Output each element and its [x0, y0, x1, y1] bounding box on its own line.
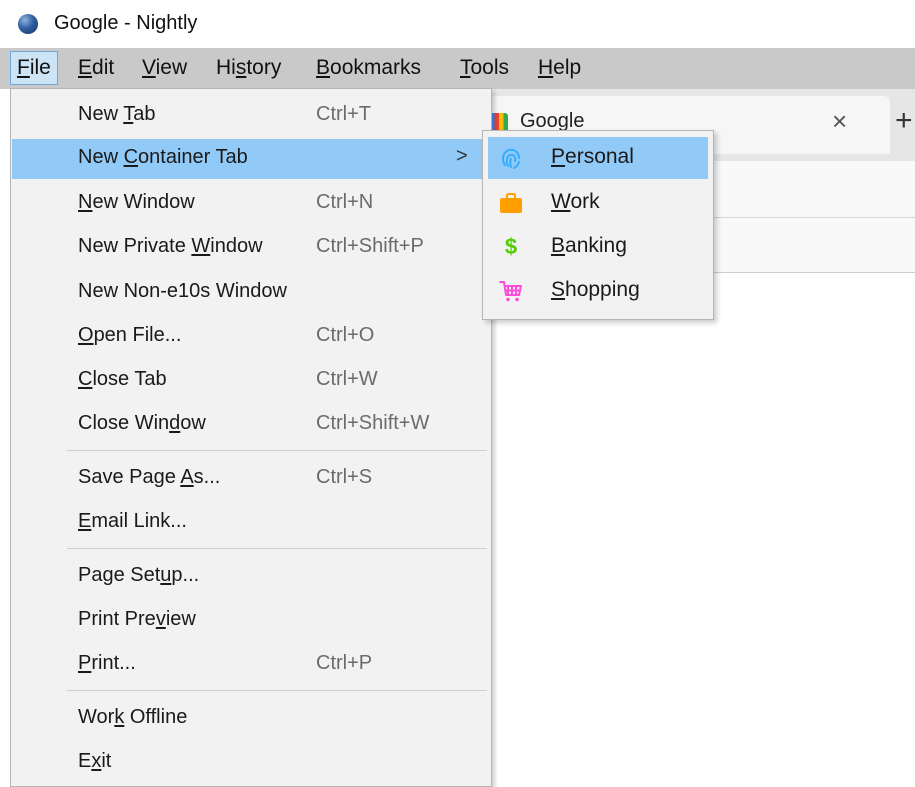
menuitem-open-file[interactable]: Open File... Ctrl+O	[12, 317, 490, 357]
menu-history-post: tory	[246, 56, 282, 79]
menuitem-new-non-e10s-window[interactable]: New Non-e10s Window	[12, 273, 490, 313]
menuitem-label: New Private Window	[78, 235, 263, 257]
menu-view[interactable]: View	[136, 51, 193, 85]
window-title: Google - Nightly	[54, 12, 198, 34]
menuitem-shortcut: Ctrl+P	[316, 652, 373, 674]
menuitem-new-container-tab[interactable]: New Container Tab >	[12, 139, 490, 179]
dollar-icon: $	[504, 234, 518, 259]
menu-edit-accel: E	[78, 56, 93, 79]
menuitem-email-link[interactable]: Email Link...	[12, 503, 490, 543]
fingerprint-icon	[501, 148, 520, 169]
container-label: Work	[551, 190, 600, 213]
menuitem-label: New Container Tab	[78, 146, 248, 168]
menuitem-page-setup[interactable]: Page Setup...	[12, 557, 490, 597]
menu-help-rest: elp	[553, 56, 582, 79]
menuitem-shortcut: Ctrl+W	[316, 368, 378, 390]
menuitem-shortcut: Ctrl+Shift+W	[316, 412, 430, 434]
menuitem-close-tab[interactable]: Close Tab Ctrl+W	[12, 361, 490, 401]
menu-separator	[67, 548, 487, 549]
menu-file[interactable]: File	[10, 51, 58, 85]
menu-tools-accel: T	[460, 56, 471, 79]
menu-edit-rest: dit	[92, 56, 115, 79]
menu-file-rest: ile	[29, 56, 51, 79]
menuitem-new-tab[interactable]: New Tab Ctrl+T	[12, 96, 490, 136]
menuitem-shortcut: Ctrl+O	[316, 324, 375, 346]
menu-separator	[67, 690, 487, 691]
menuitem-label: New Tab	[78, 103, 156, 125]
menu-separator	[67, 450, 487, 451]
menuitem-shortcut: Ctrl+T	[316, 103, 371, 125]
menuitem-close-window[interactable]: Close Window Ctrl+Shift+W	[12, 405, 490, 445]
menuitem-label: Email Link...	[78, 510, 187, 532]
menu-history-accel: s	[235, 56, 247, 79]
menuitem-label: Open File...	[78, 324, 182, 346]
title-bar: Google - Nightly	[0, 0, 915, 48]
container-work[interactable]: Work	[488, 182, 708, 224]
menuitem-exit[interactable]: Exit	[12, 743, 490, 783]
menu-tools[interactable]: Tools	[454, 51, 515, 85]
menuitem-label: Work Offline	[78, 706, 188, 728]
menu-bookmarks[interactable]: Bookmarks	[310, 51, 427, 85]
container-personal[interactable]: Personal	[488, 137, 708, 179]
menu-bar: File Edit View History Bookmarks Tools H…	[0, 48, 915, 89]
chevron-right-icon: >	[456, 145, 468, 167]
menu-help-accel: H	[538, 56, 554, 79]
menu-bookmarks-rest: ookmarks	[330, 56, 422, 79]
menuitem-label: Close Window	[78, 412, 206, 434]
menu-history[interactable]: History	[210, 51, 287, 85]
container-label: Banking	[551, 234, 627, 257]
menuitem-label: Print Preview	[78, 608, 196, 630]
menuitem-label: Close Tab	[78, 368, 167, 390]
menuitem-label: Save Page As...	[78, 466, 221, 488]
menuitem-print-preview[interactable]: Print Preview	[12, 601, 490, 641]
menuitem-save-page-as[interactable]: Save Page As... Ctrl+S	[12, 459, 490, 499]
menuitem-work-offline[interactable]: Work Offline	[12, 699, 490, 739]
cart-icon	[499, 281, 522, 302]
menu-view-rest: iew	[155, 56, 188, 79]
menu-history-pre: Hi	[216, 56, 236, 79]
menuitem-print[interactable]: Print... Ctrl+P	[12, 645, 490, 685]
page-content	[480, 273, 915, 787]
menuitem-label: Exit	[78, 750, 112, 772]
new-tab-plus-icon[interactable]: +	[895, 104, 913, 138]
menuitem-label: New Window	[78, 191, 195, 213]
menuitem-shortcut: Ctrl+N	[316, 191, 374, 213]
menu-file-accel: F	[17, 56, 30, 79]
container-shopping[interactable]: Shopping	[488, 270, 708, 312]
menu-tools-rest: ools	[470, 56, 510, 79]
menu-bookmarks-accel: B	[316, 56, 331, 79]
container-banking[interactable]: $ Banking	[488, 226, 708, 268]
menuitem-shortcut: Ctrl+Shift+P	[316, 235, 424, 257]
container-label: Shopping	[551, 278, 640, 301]
menu-edit[interactable]: Edit	[72, 51, 120, 85]
menuitem-new-window[interactable]: New Window Ctrl+N	[12, 184, 490, 224]
menuitem-label: Print...	[78, 652, 136, 674]
menuitem-label: New Non-e10s Window	[78, 280, 287, 302]
briefcase-icon	[500, 193, 522, 213]
container-submenu: Personal Work $ Banking Shopping	[482, 130, 714, 320]
menu-view-accel: V	[142, 56, 156, 79]
nightly-globe-icon	[18, 14, 38, 34]
file-menu: New Tab Ctrl+T New Container Tab > New W…	[10, 88, 492, 787]
menuitem-label: Page Setup...	[78, 564, 200, 586]
menuitem-new-private-window[interactable]: New Private Window Ctrl+Shift+P	[12, 228, 490, 268]
container-label: Personal	[551, 145, 634, 168]
menuitem-shortcut: Ctrl+S	[316, 466, 373, 488]
close-icon[interactable]: ×	[832, 106, 847, 137]
menu-help[interactable]: Help	[532, 51, 587, 85]
